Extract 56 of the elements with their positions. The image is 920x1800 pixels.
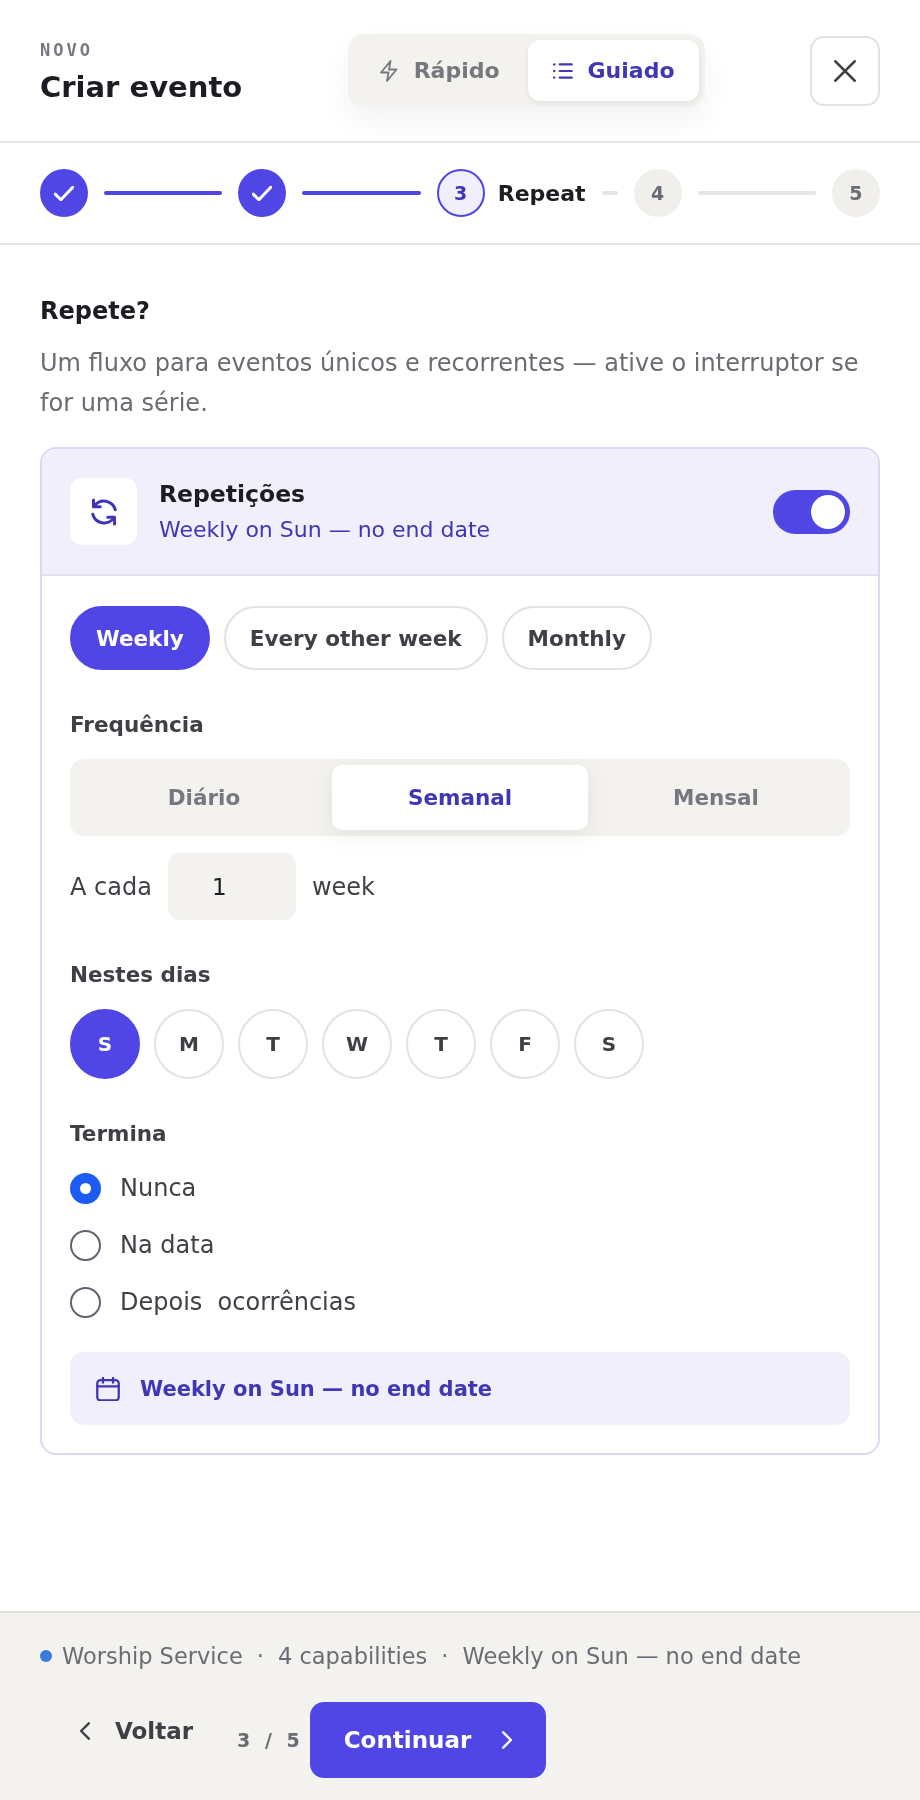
- close-button[interactable]: [810, 35, 880, 106]
- day-toggle[interactable]: S: [574, 1009, 644, 1079]
- dialog-title: Criar evento: [40, 70, 243, 105]
- radio-label: Nunca: [120, 1174, 197, 1202]
- step-indicator: 5: [832, 169, 880, 217]
- step-counter: 3 / 5: [237, 1729, 300, 1751]
- separator-text: ·: [441, 1643, 449, 1669]
- check-icon: [252, 185, 273, 201]
- interval-label: A cada: [70, 872, 152, 901]
- day-toggle[interactable]: T: [238, 1009, 308, 1079]
- meta-text: Worship Service: [62, 1643, 243, 1669]
- check-icon: [54, 185, 74, 201]
- meta-text: 4 capabilities: [277, 1643, 428, 1669]
- radio-label: Depois ocorrências: [120, 1288, 356, 1316]
- segment-option[interactable]: Semanal: [332, 765, 588, 830]
- field-label: Termina: [70, 1121, 168, 1147]
- back-button[interactable]: Voltar: [70, 1703, 204, 1759]
- field-label: Nestes dias: [70, 962, 212, 988]
- day-toggle[interactable]: F: [490, 1009, 560, 1079]
- refresh-icon: [70, 478, 137, 545]
- chevron-left-icon: [80, 1722, 91, 1740]
- mode-tab[interactable]: Rápido: [353, 40, 524, 101]
- segment-option[interactable]: Diário: [76, 765, 332, 830]
- section-description: Um fluxo para eventos únicos e recorrentes — ative o interruptor se for uma série.: [40, 348, 860, 419]
- day-toggle[interactable]: M: [154, 1009, 224, 1079]
- radio-button[interactable]: [70, 1172, 101, 1204]
- summary-text: Weekly on Sun — no end date: [140, 1376, 493, 1401]
- close-icon: [834, 59, 856, 82]
- section-title: Repete?: [40, 296, 151, 326]
- preset-chip[interactable]: Every other week: [223, 606, 488, 670]
- day-toggle[interactable]: T: [406, 1009, 476, 1079]
- unit-label: week: [311, 872, 375, 901]
- meta-text: Weekly on Sun — no end date: [462, 1643, 802, 1669]
- calendar-icon: [96, 1376, 120, 1401]
- step-indicator: 4: [633, 169, 682, 217]
- radio-label: Na data: [120, 1231, 215, 1259]
- day-toggle[interactable]: W: [322, 1009, 392, 1079]
- overline-label: NOVO: [40, 40, 94, 60]
- field-label: Frequência: [70, 712, 205, 738]
- step-indicator: 3: [436, 169, 485, 217]
- toggle-switch[interactable]: [773, 489, 850, 534]
- chevron-right-icon: [501, 1731, 513, 1749]
- lightning-icon: [377, 59, 400, 82]
- step-label: Repeat: [497, 180, 586, 206]
- continue-button[interactable]: Continuar: [309, 1702, 547, 1778]
- interval-field[interactable]: 1: [167, 853, 296, 920]
- day-toggle[interactable]: S: [70, 1009, 140, 1079]
- radio-button[interactable]: [70, 1286, 101, 1318]
- segment-option[interactable]: Mensal: [588, 765, 844, 830]
- mode-tab[interactable]: Guiado: [527, 40, 699, 101]
- separator-text: ·: [256, 1643, 264, 1669]
- preset-chip[interactable]: Monthly: [501, 606, 652, 670]
- card-subtitle: Weekly on Sun — no end date: [159, 515, 492, 544]
- preset-chip[interactable]: Weekly: [70, 606, 210, 670]
- card-title: Repetições: [159, 479, 307, 508]
- radio-button[interactable]: [70, 1229, 101, 1261]
